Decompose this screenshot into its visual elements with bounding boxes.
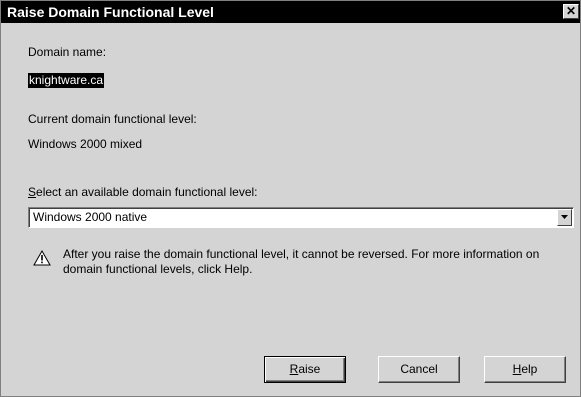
domain-name-label: Domain name: <box>28 45 107 59</box>
select-level-label-rest: elect an available domain functional lev… <box>36 185 258 199</box>
close-button[interactable]: ✕ <box>563 4 579 19</box>
warning-message: After you raise the domain functional le… <box>63 247 540 276</box>
warning-icon <box>33 250 51 266</box>
dropdown-arrow-button[interactable] <box>557 209 572 226</box>
select-level-label: Select an available domain functional le… <box>28 185 258 200</box>
current-level-value: Windows 2000 mixed <box>28 137 143 151</box>
current-level-label: Current domain functional level: <box>28 112 197 126</box>
help-label-rest: elp <box>521 362 538 376</box>
select-level-accel: S <box>28 185 37 199</box>
functional-level-selected: Windows 2000 native <box>33 210 148 224</box>
functional-level-dropdown[interactable]: Windows 2000 native <box>28 207 574 228</box>
help-button[interactable]: Help <box>484 356 566 383</box>
domain-name-value[interactable]: knightware.ca <box>28 73 105 88</box>
raise-label-rest: aise <box>298 362 321 376</box>
close-icon: ✕ <box>565 4 577 18</box>
raise-button[interactable]: Raise <box>264 356 346 383</box>
raise-domain-functional-level-dialog: Raise Domain Functional Level ✕ Domain n… <box>0 0 581 397</box>
window-title: Raise Domain Functional Level <box>7 4 214 20</box>
chevron-down-icon <box>561 215 568 219</box>
cancel-button[interactable]: Cancel <box>378 356 460 383</box>
title-bar[interactable]: Raise Domain Functional Level ✕ <box>1 1 580 23</box>
